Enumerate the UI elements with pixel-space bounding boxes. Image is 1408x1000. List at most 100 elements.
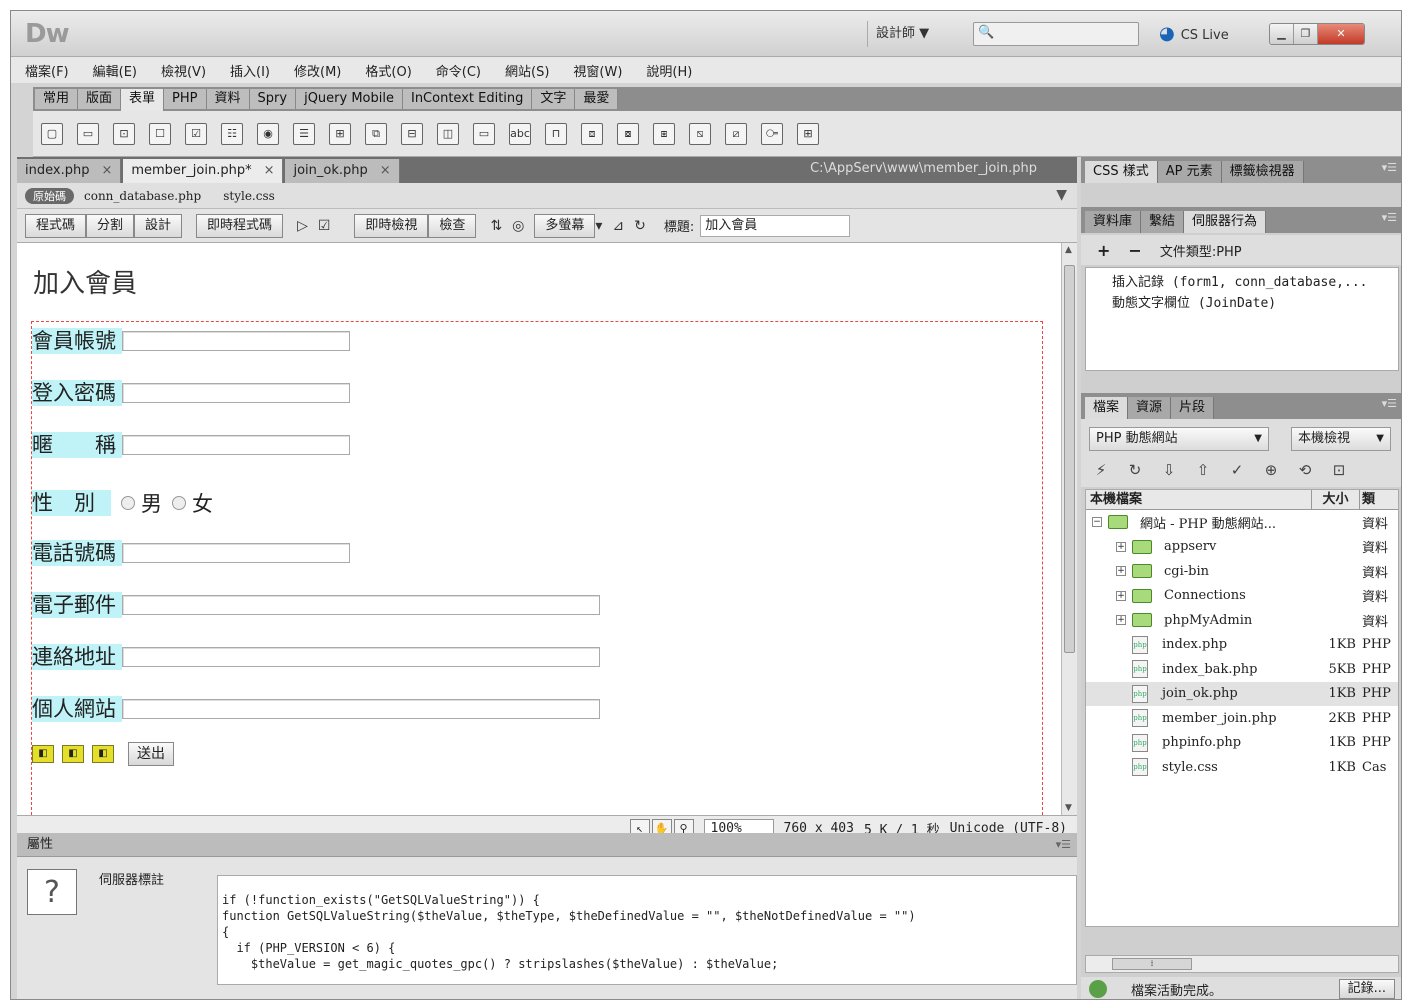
close-icon[interactable]: ✕ (1318, 24, 1364, 44)
file-row[interactable]: php phpinfo.php 1KB PHP (1086, 731, 1398, 756)
spry-validation-icon[interactable]: ⊞ (797, 122, 819, 145)
connect-icon[interactable]: ⚡ (1089, 459, 1113, 481)
menu-commands[interactable]: 命令(C) (436, 61, 481, 80)
tab-ap-elements[interactable]: AP 元素 (1157, 161, 1222, 183)
close-tab-icon[interactable]: × (380, 163, 391, 178)
tab-php[interactable]: PHP (164, 89, 207, 109)
hidden-field-icon[interactable]: ◧ (62, 745, 84, 763)
spry-radio-icon[interactable]: ⧃ (761, 122, 783, 145)
page-title-input[interactable]: 加入會員 (700, 214, 851, 237)
close-tab-icon[interactable]: × (264, 163, 275, 178)
multiscreen-button[interactable]: 多螢幕 (534, 213, 596, 238)
spry-select-icon[interactable]: ⧆ (653, 122, 675, 145)
panel-menu-icon[interactable]: ▾☰ (1056, 833, 1071, 857)
tab-data[interactable]: 資料 (206, 89, 250, 109)
behavior-item[interactable]: 動態文字欄位 (JoinDate) (1112, 293, 1398, 314)
textarea-icon[interactable]: ☐ (149, 122, 171, 145)
menu-edit[interactable]: 編輯(E) (93, 61, 137, 80)
label-icon[interactable]: ▭ (473, 122, 495, 145)
menu-modify[interactable]: 修改(M) (294, 61, 341, 80)
menu-help[interactable]: 說明(H) (646, 61, 692, 80)
form-icon[interactable]: ▢ (41, 122, 63, 145)
preview-browser-icon[interactable]: ◎ (512, 218, 524, 234)
doc-tab-join-ok[interactable]: join_ok.php × (285, 159, 400, 183)
validate-icon[interactable]: ☑ (318, 218, 331, 234)
check-in-icon[interactable]: ⊕ (1259, 459, 1283, 481)
spry-confirm-icon[interactable]: ⧄ (725, 122, 747, 145)
log-button[interactable]: 記錄... (1338, 979, 1395, 999)
check-out-icon[interactable]: ✓ (1225, 459, 1249, 481)
scroll-down-icon[interactable]: ▼ (1065, 803, 1072, 813)
behavior-item[interactable]: 插入記錄 (form1, conn_database,... (1112, 272, 1398, 293)
col-type[interactable]: 類 (1360, 490, 1398, 509)
file-management-icon[interactable]: ⇅ (490, 218, 502, 234)
expand-icon[interactable]: + (1116, 615, 1126, 626)
file-row[interactable]: php index.php 1KB PHP (1086, 633, 1398, 658)
related-file-conn[interactable]: conn_database.php (84, 189, 201, 203)
expand-icon[interactable]: + (1116, 541, 1126, 552)
text-field-icon[interactable]: ▭ (77, 122, 99, 145)
put-files-icon[interactable]: ⇧ (1191, 459, 1215, 481)
scroll-up-icon[interactable]: ▲ (1065, 245, 1072, 255)
submit-button[interactable]: 送出 (128, 742, 174, 766)
col-local-files[interactable]: 本機檔案 (1086, 490, 1312, 509)
tab-favorites[interactable]: 最愛 (575, 89, 619, 109)
tab-incontext[interactable]: InContext Editing (402, 89, 533, 109)
collapse-icon[interactable]: − (1092, 517, 1102, 528)
file-row[interactable]: php join_ok.php 1KB PHP (1086, 681, 1398, 706)
server-code-box[interactable]: if (!function_exists("GetSQLValueString"… (217, 875, 1077, 985)
jump-menu-icon[interactable]: ⊞ (329, 122, 351, 145)
refresh-icon[interactable]: ↻ (634, 218, 646, 234)
file-row[interactable]: + appserv 資料 (1086, 535, 1398, 560)
menu-file[interactable]: 檔案(F) (25, 61, 69, 80)
menu-site[interactable]: 網站(S) (505, 61, 549, 80)
hidden-field-icon[interactable]: ◧ (32, 745, 54, 763)
design-scrollbar[interactable]: ▲ ▼ (1061, 243, 1077, 815)
expand-icon[interactable]: + (1116, 590, 1126, 601)
chevron-down-icon[interactable]: ▾ (595, 218, 602, 234)
source-code-button[interactable]: 原始碼 (25, 187, 74, 204)
hidden-field-icon[interactable]: ◧ (92, 745, 114, 763)
expand-icon[interactable]: + (1116, 566, 1126, 577)
nickname-input[interactable] (122, 435, 350, 455)
design-view-button[interactable]: 設計 (134, 213, 183, 238)
hidden-field-icon[interactable]: ⊡ (113, 122, 135, 145)
live-code-button[interactable]: 即時程式碼 (196, 213, 284, 238)
panel-menu-icon[interactable]: ▾☰ (1382, 397, 1397, 410)
gender-female-radio[interactable] (172, 496, 186, 510)
file-field-icon[interactable]: ⊟ (401, 122, 423, 145)
spry-textfield-icon[interactable]: ⊓ (545, 122, 567, 145)
tab-snippets[interactable]: 片段 (1171, 397, 1215, 419)
close-tab-icon[interactable]: × (101, 163, 112, 178)
address-input[interactable] (122, 647, 600, 667)
file-row[interactable]: php style.css 1KB Cas (1086, 755, 1398, 780)
scroll-thumb[interactable] (1064, 265, 1075, 653)
menu-view[interactable]: 檢視(V) (161, 61, 206, 80)
file-row[interactable]: − 網站 - PHP 動態網站... 資料 (1086, 510, 1398, 535)
password-input[interactable] (122, 383, 350, 403)
doc-tab-member-join[interactable]: member_join.php* × (123, 159, 284, 183)
cs-live-button[interactable]: ◕ CS Live (1159, 20, 1229, 48)
col-size[interactable]: 大小 (1312, 490, 1360, 509)
tab-css-styles[interactable]: CSS 樣式 (1085, 161, 1158, 183)
tab-text[interactable]: 文字 (532, 89, 576, 109)
tab-files[interactable]: 檔案 (1085, 397, 1129, 419)
list-menu-icon[interactable]: ☰ (293, 122, 315, 145)
view-select[interactable]: 本機檢視 ▼ (1291, 427, 1391, 451)
panel-menu-icon[interactable]: ▾☰ (1382, 211, 1397, 224)
help-search-input[interactable]: 🔍 (973, 22, 1139, 46)
visual-aids-icon[interactable]: ⊿ (612, 218, 624, 234)
files-hscrollbar[interactable]: ⁞ (1085, 955, 1399, 973)
expand-icon[interactable]: ⊡ (1327, 459, 1351, 481)
synchronize-icon[interactable]: ⟲ (1293, 459, 1317, 481)
menu-insert[interactable]: 插入(I) (230, 61, 270, 80)
tab-spry[interactable]: Spry (249, 89, 297, 109)
spry-checkbox-icon[interactable]: ⧇ (617, 122, 639, 145)
file-row[interactable]: + cgi-bin 資料 (1086, 559, 1398, 584)
tab-tag-inspector[interactable]: 標籤檢視器 (1221, 161, 1304, 183)
fieldset-icon[interactable]: abc (509, 122, 531, 145)
tab-databases[interactable]: 資料庫 (1085, 211, 1142, 233)
minimize-icon[interactable]: ▁ (1270, 24, 1294, 44)
spry-textarea-icon[interactable]: ⧈ (581, 122, 603, 145)
tab-server-behaviors[interactable]: 伺服器行為 (1184, 211, 1267, 233)
